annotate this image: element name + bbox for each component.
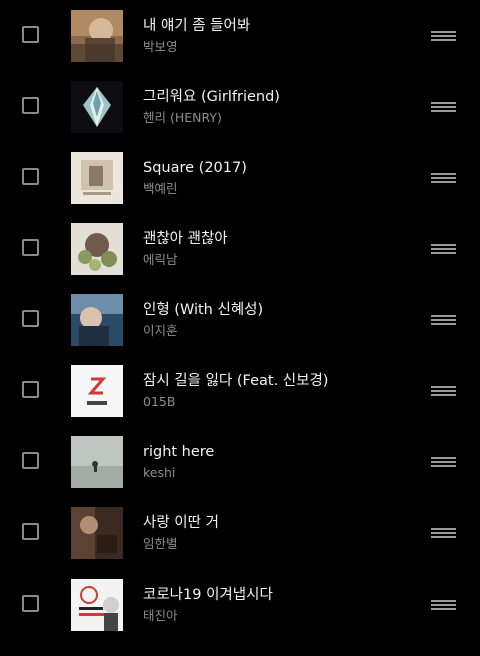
album-art-3-icon [71, 152, 123, 204]
track-row[interactable]: 내 얘기 좀 들어봐 박보영 [0, 1, 480, 72]
track-checkbox[interactable] [22, 381, 39, 398]
track-title: 내 얘기 좀 들어봐 [143, 18, 251, 34]
track-checkbox[interactable] [22, 97, 39, 114]
track-checkbox[interactable] [22, 168, 39, 185]
track-title: 잠시 길을 잃다 (Feat. 신보경) [143, 373, 329, 389]
drag-handle-icon[interactable] [431, 315, 456, 326]
track-artist: 헨리 (HENRY) [143, 110, 222, 125]
album-art-9-icon [71, 579, 123, 631]
playlist: 내 얘기 좀 들어봐 박보영 그리워요 (Girlfriend) 헨리 (HEN… [0, 0, 480, 656]
track-checkbox[interactable] [22, 26, 39, 43]
track-row[interactable]: 괜찮아 괜찮아 에릭남 [0, 214, 480, 285]
track-artist: 임한별 [143, 536, 178, 551]
drag-handle-icon[interactable] [431, 386, 456, 397]
track-title: 괜찮아 괜찮아 [143, 231, 228, 247]
track-checkbox[interactable] [22, 523, 39, 540]
track-title: 그리워요 (Girlfriend) [143, 89, 280, 105]
drag-handle-icon[interactable] [431, 31, 456, 42]
track-artist: 에릭남 [143, 252, 178, 267]
drag-handle-icon[interactable] [431, 102, 456, 113]
track-row[interactable]: Square (2017) 백예린 [0, 143, 480, 214]
album-art-5-icon [71, 294, 123, 346]
track-artist: 백예린 [143, 181, 178, 196]
track-row[interactable]: 사랑 이딴 거 임한별 [0, 498, 480, 569]
track-title: 코로나19 이겨냅시다 [143, 587, 273, 603]
track-title: right here [143, 444, 215, 460]
track-title: Square (2017) [143, 160, 247, 176]
track-title: 인형 (With 신혜성) [143, 302, 264, 318]
album-art-2-icon [71, 81, 123, 133]
track-row[interactable]: 그리워요 (Girlfriend) 헨리 (HENRY) [0, 72, 480, 143]
track-checkbox[interactable] [22, 595, 39, 612]
track-row[interactable]: 잠시 길을 잃다 (Feat. 신보경) 015B [0, 356, 480, 427]
drag-handle-icon[interactable] [431, 528, 456, 539]
album-art-4-icon [71, 223, 123, 275]
album-art-7-icon [71, 436, 123, 488]
track-artist: keshi [143, 465, 176, 480]
track-checkbox[interactable] [22, 452, 39, 469]
album-art-1-icon [71, 10, 123, 62]
track-row[interactable]: 코로나19 이겨냅시다 태진아 [0, 570, 480, 641]
track-title: 사랑 이딴 거 [143, 515, 219, 531]
track-row[interactable]: 인형 (With 신혜성) 이지훈 [0, 285, 480, 356]
track-artist: 태진아 [143, 608, 178, 623]
album-art-8-icon [71, 507, 123, 559]
drag-handle-icon[interactable] [431, 244, 456, 255]
album-art-6-icon [71, 365, 123, 417]
track-artist: 박보영 [143, 39, 178, 54]
track-artist: 이지훈 [143, 323, 178, 338]
track-checkbox[interactable] [22, 310, 39, 327]
track-row[interactable]: right here keshi [0, 427, 480, 498]
drag-handle-icon[interactable] [431, 600, 456, 611]
drag-handle-icon[interactable] [431, 173, 456, 184]
track-artist: 015B [143, 394, 176, 409]
drag-handle-icon[interactable] [431, 457, 456, 468]
track-checkbox[interactable] [22, 239, 39, 256]
